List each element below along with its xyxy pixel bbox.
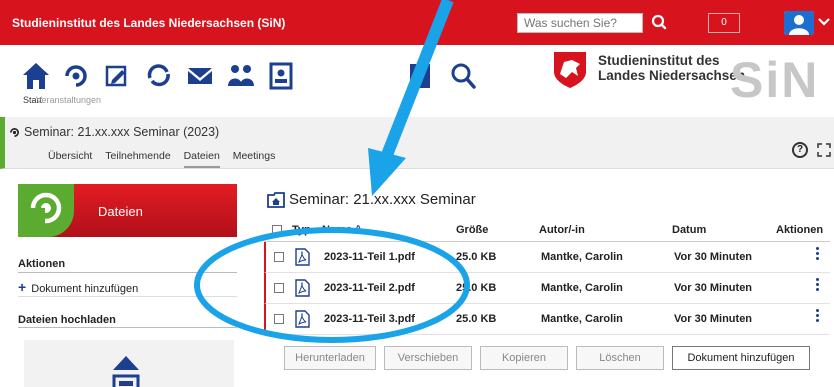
upload-icon: [112, 356, 140, 387]
sync-icon: [147, 64, 170, 87]
nav-mail[interactable]: [178, 54, 222, 98]
select-all-checkbox[interactable]: [272, 225, 282, 235]
upload-heading: Dateien hochladen: [18, 306, 237, 328]
logo-line-1: Studieninstitut des: [598, 53, 720, 68]
file-size: 25.0 KB: [456, 313, 497, 325]
nav-search[interactable]: [441, 54, 485, 98]
pdf-file-icon: [295, 279, 310, 297]
course-title: Seminar: 21.xx.xxx Seminar (2023): [24, 125, 220, 139]
nav-documents[interactable]: [398, 54, 442, 98]
top-bar: Studieninstitut des Landes Niedersachsen…: [0, 0, 834, 45]
upload-dropzone[interactable]: [24, 340, 234, 387]
nav-events-label: Veranstaltungen: [36, 95, 102, 105]
row-checkbox[interactable]: [274, 283, 284, 293]
table-row[interactable]: 2023-11-Teil 2.pdf 25.0 KB Mantke, Carol…: [264, 273, 830, 304]
logo-line-2: Landes Niedersachsen: [598, 68, 746, 83]
row-checkbox[interactable]: [274, 314, 284, 324]
file-date: Vor 30 Minuten: [674, 313, 753, 325]
notepad-icon: [105, 65, 127, 87]
kebab-menu-icon[interactable]: [814, 309, 820, 324]
add-document-button[interactable]: Dokument hinzufügen: [672, 346, 810, 370]
people-icon: [228, 65, 254, 86]
search-icon: [651, 14, 667, 30]
files-tile[interactable]: Dateien: [18, 184, 237, 237]
file-size: 25.0 KB: [456, 251, 497, 263]
tab-participants[interactable]: Teilnehmende: [105, 150, 170, 166]
search-input[interactable]: [518, 14, 642, 32]
notification-counter[interactable]: 0: [708, 13, 740, 33]
copy-button[interactable]: Kopieren: [480, 346, 568, 370]
tab-files[interactable]: Dateien: [183, 150, 220, 168]
folder-title: Seminar: 21.xx.xxx Seminar: [289, 191, 476, 208]
nav-profile[interactable]: [259, 54, 303, 98]
bulk-actions: Herunterladen Verschieben Kopieren Lösch…: [284, 346, 824, 372]
nav-start[interactable]: [14, 54, 58, 98]
sort-asc-icon[interactable]: ^: [355, 224, 361, 236]
search-button[interactable]: [648, 12, 670, 34]
col-actions: Aktionen: [776, 224, 824, 236]
events-icon: [65, 65, 87, 87]
add-document-link[interactable]: + Dokument hinzufügen: [18, 273, 237, 297]
tile-label: Dateien: [98, 204, 143, 219]
tab-overview[interactable]: Übersicht: [48, 150, 92, 166]
tab-meetings[interactable]: Meetings: [233, 150, 276, 166]
kebab-menu-icon[interactable]: [814, 278, 820, 293]
plus-icon: +: [18, 279, 27, 295]
fullscreen-icon[interactable]: [817, 143, 831, 157]
col-date[interactable]: Datum: [672, 224, 706, 236]
pdf-file-icon: [295, 310, 310, 328]
table-header: Typ Name ^ Größe Autor/-in Datum Aktione…: [264, 219, 830, 242]
home-icon: [23, 63, 49, 89]
document-icon: [410, 64, 430, 88]
file-author: Mantke, Carolin: [541, 282, 623, 294]
file-name[interactable]: 2023-11-Teil 2.pdf: [324, 282, 415, 294]
file-name[interactable]: 2023-11-Teil 3.pdf: [324, 313, 415, 325]
col-author[interactable]: Autor/-in: [539, 224, 585, 236]
nav-notes[interactable]: [95, 54, 139, 98]
row-checkbox[interactable]: [274, 252, 284, 262]
file-author: Mantke, Carolin: [541, 313, 623, 325]
magnifier-icon: [451, 63, 476, 89]
course-tabs: Übersicht Teilnehmende Dateien Meetings: [48, 150, 285, 168]
logo-sin-mark: SiN: [730, 52, 820, 108]
nav-sync[interactable]: [137, 54, 181, 98]
col-name[interactable]: Name: [322, 224, 352, 236]
search-field[interactable]: [517, 13, 643, 33]
crest-icon: [554, 52, 586, 88]
chevron-down-icon[interactable]: [818, 17, 830, 27]
col-type: Typ: [292, 224, 311, 236]
file-date: Vor 30 Minuten: [674, 282, 753, 294]
sidebar: Dateien Aktionen + Dokument hinzufügen D…: [18, 184, 237, 387]
help-button[interactable]: ?: [792, 142, 808, 158]
download-button[interactable]: Herunterladen: [284, 346, 376, 370]
table-row[interactable]: 2023-11-Teil 3.pdf 25.0 KB Mantke, Carol…: [264, 304, 830, 335]
user-menu-button[interactable]: [784, 11, 814, 35]
user-avatar-icon: [784, 11, 814, 35]
add-document-label: Dokument hinzufügen: [31, 283, 139, 295]
course-header: Seminar: 21.xx.xxx Seminar (2023) Übersi…: [0, 117, 834, 169]
nav-events[interactable]: [54, 54, 98, 98]
events-tile-icon: [29, 192, 62, 224]
main-nav: Start Veranstaltungen Studieninstitut de…: [0, 48, 834, 112]
logo-wordmark: Studieninstitut des Landes Niedersachsen: [598, 53, 745, 83]
kebab-menu-icon[interactable]: [814, 247, 820, 262]
app-root: Studieninstitut des Landes Niedersachsen…: [0, 0, 834, 387]
col-size[interactable]: Größe: [456, 224, 488, 236]
folder-home-icon: [267, 192, 285, 208]
nav-participants[interactable]: [219, 54, 263, 98]
file-author: Mantke, Carolin: [541, 251, 623, 263]
actions-heading: Aktionen: [18, 253, 237, 273]
table-row[interactable]: 2023-11-Teil 1.pdf 25.0 KB Mantke, Carol…: [264, 242, 830, 273]
delete-button[interactable]: Löschen: [576, 346, 664, 370]
brand-title[interactable]: Studieninstitut des Landes Niedersachsen…: [12, 16, 285, 30]
file-name[interactable]: 2023-11-Teil 1.pdf: [324, 251, 415, 263]
events-small-icon: [10, 128, 19, 137]
profile-card-icon: [269, 62, 293, 90]
file-date: Vor 30 Minuten: [674, 251, 753, 263]
mail-icon: [188, 68, 212, 84]
move-button[interactable]: Verschieben: [384, 346, 472, 370]
files-table: Typ Name ^ Größe Autor/-in Datum Aktione…: [264, 219, 830, 335]
file-size: 25.0 KB: [456, 282, 497, 294]
pdf-file-icon: [295, 248, 310, 266]
